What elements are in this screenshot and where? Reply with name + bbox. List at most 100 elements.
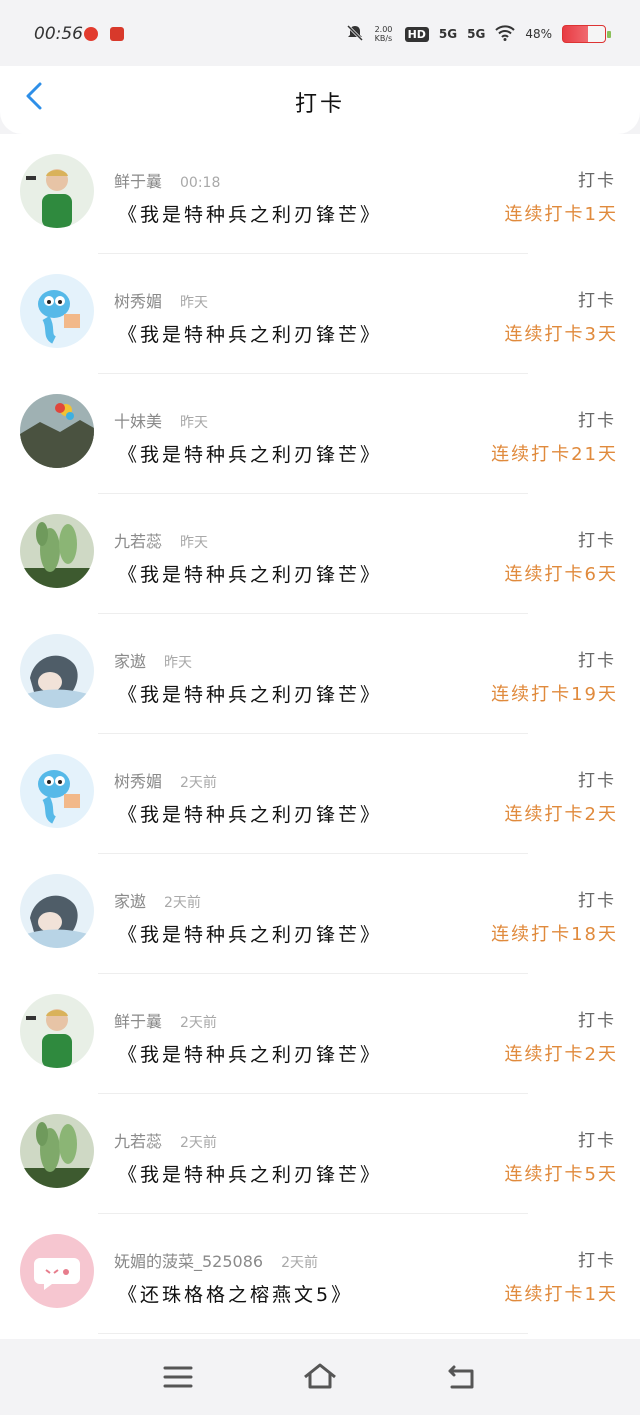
streak-label: 连续打卡2天 [504, 804, 618, 825]
avatar[interactable] [20, 1114, 94, 1188]
entry-meta: 十妹美 昨天 [114, 408, 208, 432]
username[interactable]: 鲜于曩 [114, 172, 162, 191]
menu-icon [163, 1366, 193, 1388]
battery-icon [562, 25, 611, 43]
avatar[interactable] [20, 514, 94, 588]
list-item[interactable]: 家遨 昨天《我是特种兵之利刃锋芒》 打卡连续打卡19天 [0, 614, 640, 734]
list-item[interactable]: 九若蕊 2天前《我是特种兵之利刃锋芒》 打卡连续打卡5天 [0, 1094, 640, 1214]
streak-label: 连续打卡21天 [491, 444, 618, 465]
timestamp: 2天前 [180, 1015, 217, 1031]
streak-label: 连续打卡1天 [504, 1284, 618, 1305]
cactus-icon [20, 1114, 94, 1188]
book-title[interactable]: 《我是特种兵之利刃锋芒》 [118, 1160, 382, 1187]
timestamp: 2天前 [164, 895, 201, 911]
entry-meta: 妩媚的菠菜_525086 2天前 [114, 1248, 318, 1272]
username[interactable]: 十妹美 [114, 412, 162, 431]
list-item[interactable]: 妩媚的菠菜_525086 2天前《还珠格格之榕燕文5》 打卡连续打卡1天 [0, 1214, 640, 1334]
book-title[interactable]: 《我是特种兵之利刃锋芒》 [118, 200, 382, 227]
username[interactable]: 树秀媚 [114, 292, 162, 311]
list-item[interactable]: 鲜于曩 2天前《我是特种兵之利刃锋芒》 打卡连续打卡2天 [0, 974, 640, 1094]
book-title[interactable]: 《我是特种兵之利刃锋芒》 [118, 320, 382, 347]
status-bar: 00:56 2.00 KB/s HD 5G 5G 48% [0, 0, 640, 66]
book-title[interactable]: 《我是特种兵之利刃锋芒》 [118, 920, 382, 947]
avatar[interactable] [20, 154, 94, 228]
streak-label: 连续打卡6天 [504, 564, 618, 585]
streak-label: 连续打卡19天 [491, 684, 618, 705]
username[interactable]: 鲜于曩 [114, 1012, 162, 1031]
system-nav-bar [0, 1339, 640, 1415]
list-item[interactable]: 鲜于曩 00:18 《我是特种兵之利刃锋芒》 打卡连续打卡1天 [0, 134, 640, 254]
timestamp: 昨天 [180, 295, 209, 311]
boy-icon [20, 994, 94, 1068]
back-icon [448, 1365, 474, 1389]
pink-chat-icon [20, 1234, 94, 1308]
streak-label: 连续打卡2天 [504, 1044, 618, 1065]
timestamp: 昨天 [164, 655, 193, 671]
page-title: 打卡 [294, 92, 345, 117]
list-item[interactable]: 十妹美 昨天《我是特种兵之利刃锋芒》 打卡连续打卡21天 [0, 374, 640, 494]
entry-meta: 树秀媚 2天前 [114, 768, 217, 792]
avatar[interactable] [20, 754, 94, 828]
timestamp: 昨天 [180, 535, 209, 551]
checkin-label: 打卡 [578, 891, 616, 911]
username[interactable]: 妩媚的菠菜_525086 [114, 1252, 263, 1271]
list-item[interactable]: 树秀媚 昨天 《我是特种兵之利刃锋芒》 打卡 连续打卡3天 [0, 254, 640, 374]
entry-meta: 鲜于曩 2天前 [114, 1008, 217, 1032]
blue-monster-icon [20, 274, 94, 348]
girl-icon [20, 874, 94, 948]
blue-monster-icon [20, 754, 94, 828]
checkin-label: 打卡 [578, 171, 616, 191]
tomato-icon [84, 27, 98, 41]
cactus-icon [20, 514, 94, 588]
avatar[interactable] [20, 634, 94, 708]
hd-badge: HD [404, 26, 429, 42]
status-time: 00:56 [34, 24, 83, 44]
entry-meta: 家遨 昨天 [114, 648, 192, 672]
streak-label: 连续打卡1天 [504, 204, 618, 225]
avatar[interactable] [20, 1234, 94, 1308]
entry-meta: 鲜于曩 00:18 [114, 168, 220, 192]
checkin-label: 打卡 [578, 651, 616, 671]
gift-icon [110, 27, 124, 41]
checkin-label: 打卡 [578, 1011, 616, 1031]
avatar[interactable] [20, 394, 94, 468]
checkin-list: 鲜于曩 00:18 《我是特种兵之利刃锋芒》 打卡 连续打卡1天 树秀媚 昨天 《我是特种兵之… [0, 134, 640, 1339]
book-title[interactable]: 《我是特种兵之利刃锋芒》 [118, 560, 382, 587]
username[interactable]: 九若蕊 [114, 1132, 162, 1151]
timestamp: 2天前 [180, 775, 217, 791]
book-title[interactable]: 《我是特种兵之利刃锋芒》 [118, 800, 382, 827]
book-title[interactable]: 《我是特种兵之利刃锋芒》 [118, 1040, 382, 1067]
checkin-label: 打卡 [578, 411, 616, 431]
timestamp: 2天前 [281, 1255, 319, 1271]
boy-icon [20, 154, 94, 228]
username[interactable]: 九若蕊 [114, 532, 162, 551]
username[interactable]: 家遨 [114, 652, 146, 671]
list-item[interactable]: 家遨 2天前 《我是特种兵之利刃锋芒》 打卡 连续打卡18天 [0, 854, 640, 974]
username[interactable]: 树秀媚 [114, 772, 162, 791]
timestamp: 昨天 [180, 415, 209, 431]
avatar[interactable] [20, 874, 94, 948]
book-title[interactable]: 《我是特种兵之利刃锋芒》 [118, 440, 382, 467]
status-indicators: 2.00 KB/s HD 5G 5G 48% [345, 20, 611, 48]
timestamp: 00:18 [180, 175, 221, 191]
mute-bell-icon [345, 23, 365, 46]
book-title[interactable]: 《我是特种兵之利刃锋芒》 [118, 680, 382, 707]
book-title[interactable]: 《还珠格格之榕燕文5》 [118, 1280, 353, 1307]
entry-meta: 九若蕊 2天前 [114, 1128, 217, 1152]
streak-label: 连续打卡3天 [504, 324, 618, 345]
list-item[interactable]: 九若蕊 昨天 《我是特种兵之利刃锋芒》 打卡 连续打卡6天 [0, 494, 640, 614]
divider [98, 1333, 528, 1334]
checkin-label: 打卡 [578, 1131, 616, 1151]
nav-back-button[interactable] [442, 1357, 482, 1397]
battery-percent: 48% [525, 27, 552, 41]
home-button[interactable] [300, 1357, 340, 1397]
avatar[interactable] [20, 274, 94, 348]
entry-meta: 树秀媚 昨天 [114, 288, 208, 312]
checkin-label: 打卡 [578, 1251, 616, 1271]
wifi-icon [495, 24, 516, 44]
list-item[interactable]: 树秀媚 2天前 《我是特种兵之利刃锋芒》 打卡 连续打卡2天 [0, 734, 640, 854]
menu-button[interactable] [158, 1357, 198, 1397]
username[interactable]: 家遨 [114, 892, 146, 911]
avatar[interactable] [20, 994, 94, 1068]
streak-label: 连续打卡5天 [504, 1164, 618, 1185]
